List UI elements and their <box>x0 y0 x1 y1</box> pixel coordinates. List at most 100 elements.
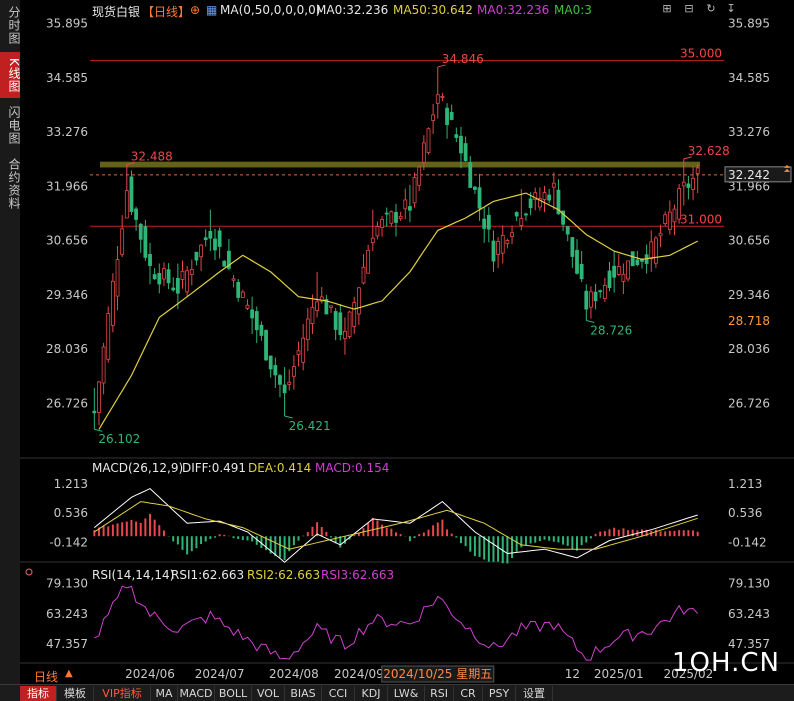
period-selector[interactable]: 日线 <box>34 668 58 685</box>
candle-body <box>110 280 115 326</box>
tab-fenshi[interactable]: 分时图 <box>0 4 21 46</box>
tab-kline[interactable]: K线图 <box>0 52 21 98</box>
sidebar: 分时图 K线图 闪电图 合约资料 <box>0 0 21 684</box>
ma0-value-b: MA0:32.236 <box>477 3 550 17</box>
candle-body <box>491 240 496 262</box>
candle-body <box>92 410 97 414</box>
candle-body <box>380 218 384 228</box>
candle-body <box>449 112 454 120</box>
candle-body <box>375 226 380 237</box>
candle-body <box>203 237 208 241</box>
candle-body <box>236 281 241 298</box>
bottom-tab-12[interactable]: CR <box>454 686 483 701</box>
target-icon[interactable]: ⊕ <box>190 3 200 17</box>
y-tick-left: 26.726 <box>46 396 88 410</box>
candle-body <box>445 107 449 125</box>
pin-icon[interactable]: ↧ <box>724 2 738 16</box>
y-tick-right: 29.346 <box>728 288 770 302</box>
candle-body <box>120 228 125 255</box>
price-annotation: 28.726 <box>590 323 632 337</box>
tab-shandian[interactable]: 闪电图 <box>0 102 21 148</box>
candle-body <box>273 365 278 376</box>
candle-body <box>278 375 282 385</box>
bottom-toolbar: 指标 模板 VIP指标 MA MACD BOLL VOL BIAS CCI KDJ LW& RSI CR… <box>0 684 794 701</box>
candle-body <box>129 176 134 212</box>
candle-body <box>528 198 533 209</box>
candle-body <box>282 384 287 394</box>
bottom-tab-4[interactable]: MACD <box>178 686 215 701</box>
candle-body <box>463 143 468 161</box>
candle-body <box>254 311 259 331</box>
candle-body <box>575 249 579 274</box>
candle-body <box>97 381 101 413</box>
candle-body <box>635 259 640 265</box>
price-annotation: 26.102 <box>98 432 140 446</box>
candle-body <box>245 304 250 309</box>
candle-body <box>593 291 598 302</box>
candle-body <box>565 226 570 235</box>
candle-body <box>148 254 152 266</box>
candle-body <box>477 187 482 209</box>
rsi3-label: RSI3:62.663 <box>321 568 394 582</box>
candle-body <box>222 260 227 267</box>
y-tick-right: 30.656 <box>728 234 770 248</box>
add-icon[interactable]: ⊞ <box>660 2 674 16</box>
macd-dea-label: DEA:0.414 <box>248 461 311 475</box>
candle-body <box>106 313 111 360</box>
candle-body <box>630 251 635 267</box>
candle-body <box>143 226 148 258</box>
candle-body <box>194 251 199 261</box>
bottom-tab-13[interactable]: PSY <box>483 686 516 701</box>
macd-y-tick-right: 0.536 <box>728 506 762 520</box>
x-tick-label: 2025/01 <box>594 667 644 681</box>
bottom-tab-0[interactable]: 指标 <box>20 686 57 701</box>
bottom-tab-8[interactable]: CCI <box>322 686 355 701</box>
ma0-value-a: MA0:32.236 <box>316 3 389 17</box>
bottom-tab-14[interactable]: 设置 <box>516 686 553 701</box>
bottom-tab-10[interactable]: LW& <box>388 686 425 701</box>
macd-y-tick-right: 1.213 <box>728 477 762 491</box>
candle-body <box>384 212 389 215</box>
horizontal-line-label: 35.000 <box>680 47 722 61</box>
candle-body <box>394 212 398 223</box>
indicator-settings-icon[interactable]: ▦ <box>206 3 217 17</box>
bottom-tab-9[interactable]: KDJ <box>355 686 388 701</box>
minus-icon[interactable]: ⊟ <box>682 2 696 16</box>
candle-body <box>338 312 343 335</box>
candle-body <box>343 330 347 339</box>
rsi-y-tick-right: 63.243 <box>728 607 770 621</box>
candle-body <box>584 290 589 310</box>
chart[interactable]: 35.000 31.000 34.846 32.488 32.628 26.102 26.4… <box>20 0 794 684</box>
y-tick-right: 35.895 <box>728 16 770 30</box>
restore-icon[interactable]: ↻ <box>704 2 718 16</box>
candle-body <box>607 270 612 289</box>
caret-up-icon[interactable]: ▲ <box>65 668 73 679</box>
x-tick-label: 2024/06 <box>125 667 175 681</box>
candle-body <box>389 211 394 224</box>
candle-body <box>431 114 436 121</box>
candle-body <box>686 183 691 188</box>
y-tick-right: 26.726 <box>728 396 770 410</box>
bottom-tab-5[interactable]: BOLL <box>215 686 252 701</box>
ma50-value: MA50:30.642 <box>393 3 473 17</box>
bottom-tab-1[interactable]: 模板 <box>57 686 94 701</box>
macd-y-tick-left: 1.213 <box>54 477 88 491</box>
bottom-tab-6[interactable]: VOL <box>252 686 285 701</box>
candle-body <box>612 265 617 278</box>
candle-body <box>138 223 143 240</box>
bottom-tab-7[interactable]: BIAS <box>285 686 322 701</box>
candle-body <box>621 273 626 282</box>
tab-heyue[interactable]: 合约资料 <box>0 154 21 214</box>
candle-body <box>519 217 524 226</box>
rsi-y-tick-left: 79.130 <box>46 576 88 590</box>
candle-body <box>459 135 463 154</box>
y-tick-left: 35.895 <box>46 16 88 30</box>
candle-body <box>695 167 700 174</box>
bottom-tab-11[interactable]: RSI <box>425 686 454 701</box>
bottom-tab-3[interactable]: MA <box>151 686 178 701</box>
bottom-tab-2[interactable]: VIP指标 <box>94 686 151 701</box>
candle-body <box>162 268 166 280</box>
candle-body <box>579 264 584 280</box>
candle-body <box>421 142 426 163</box>
candle-body <box>672 208 677 223</box>
